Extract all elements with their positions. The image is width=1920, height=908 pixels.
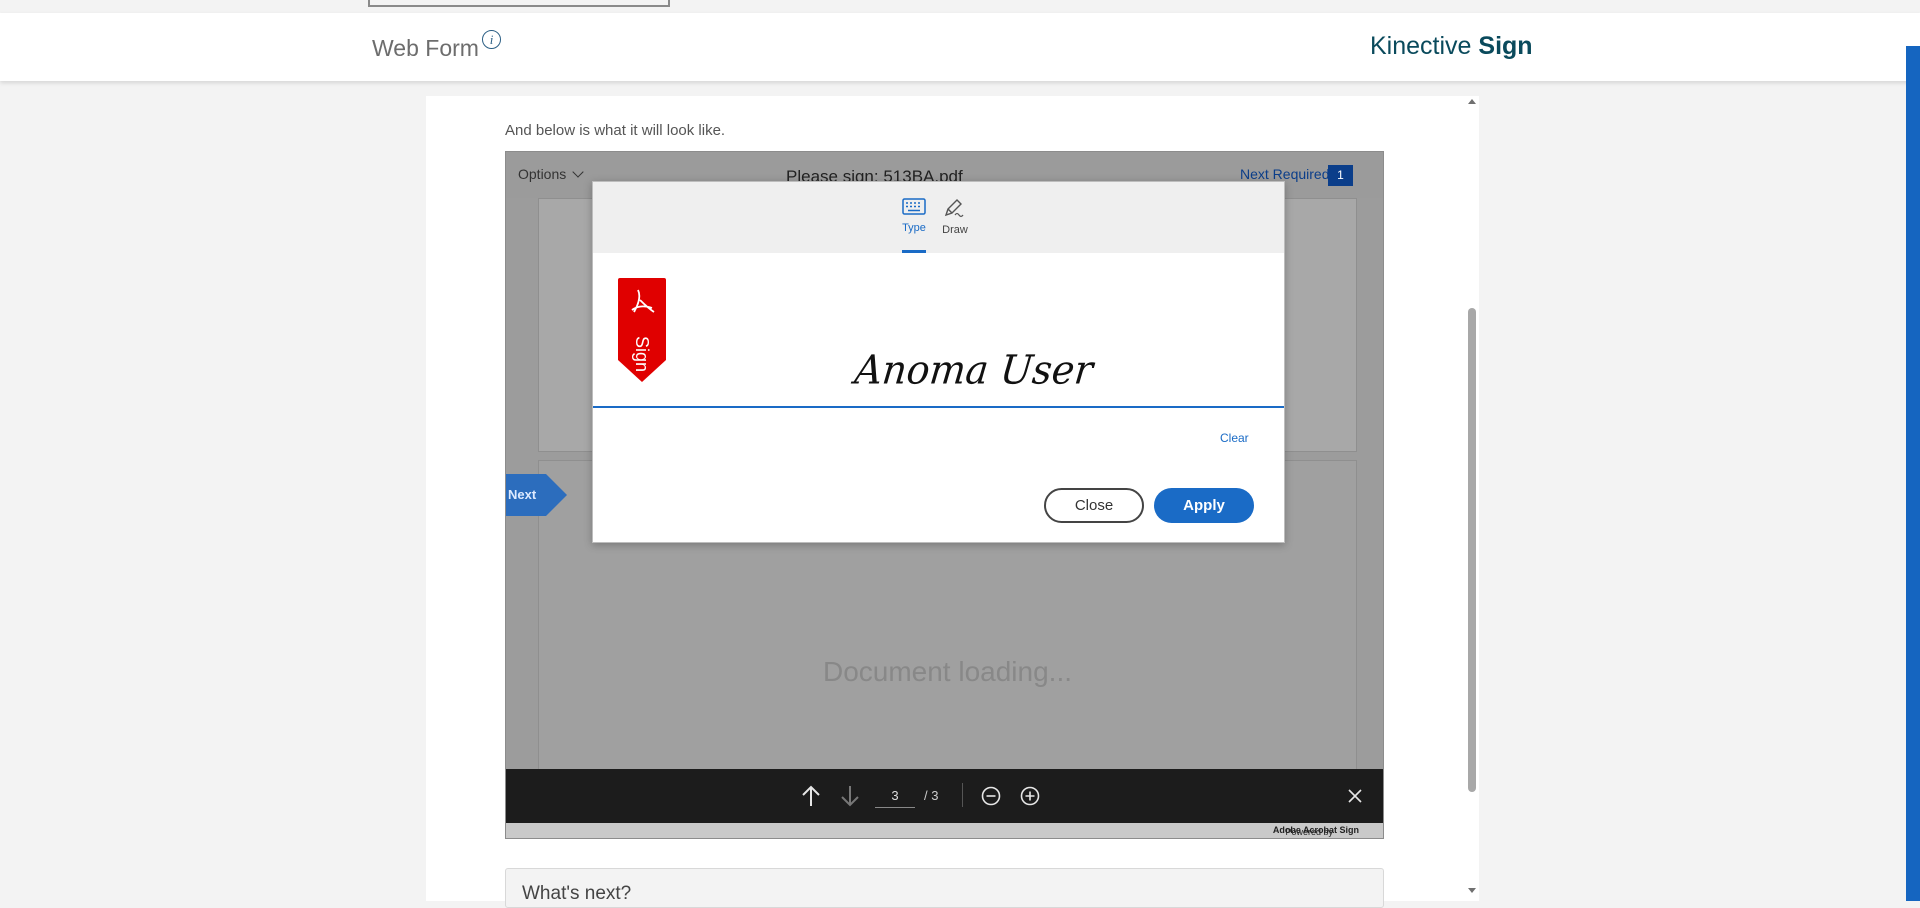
page-number-input[interactable]: 3 xyxy=(875,785,915,808)
next-required-count: 1 xyxy=(1328,165,1353,186)
right-accent-bar xyxy=(1906,46,1920,901)
chevron-down-icon xyxy=(572,166,584,178)
next-required-link[interactable]: Next Required xyxy=(1240,166,1330,182)
arrow-down-icon[interactable] xyxy=(839,784,861,808)
viewer-navigation-bar: 3 / 3 xyxy=(506,769,1383,823)
info-icon[interactable]: i xyxy=(482,30,501,49)
arrow-up-icon[interactable] xyxy=(800,784,822,808)
app-header: Web Form i Kinective Sign xyxy=(0,13,1920,81)
close-icon[interactable] xyxy=(1346,787,1364,805)
scrollbar-thumb[interactable] xyxy=(1468,308,1476,792)
page-title: Web Form xyxy=(372,35,479,61)
pen-icon xyxy=(944,199,964,218)
apply-button[interactable]: Apply xyxy=(1154,488,1254,523)
sign-flag-label: Sign xyxy=(632,335,652,373)
zoom-in-icon[interactable] xyxy=(1019,785,1041,807)
keyboard-icon xyxy=(902,198,926,215)
active-tab-indicator xyxy=(902,250,926,253)
close-button[interactable]: Close xyxy=(1044,488,1144,523)
top-field-remnant xyxy=(368,0,670,7)
scrollbar[interactable] xyxy=(1465,96,1479,901)
powered-by-bar: Powered by Adobe Acrobat Sign xyxy=(506,823,1383,838)
signature-mode-tabs: Type Draw xyxy=(593,182,1284,253)
whats-next-heading: What's next? xyxy=(522,883,632,904)
toolbar-divider xyxy=(962,783,963,807)
top-strip xyxy=(0,0,1920,13)
tab-type[interactable]: Type xyxy=(896,198,932,234)
intro-text: And below is what it will look like. xyxy=(505,122,726,139)
options-menu[interactable]: Options xyxy=(518,166,584,182)
signature-dialog: Type Draw Sign Anoma User Clear Close Ap… xyxy=(592,181,1285,543)
loading-text: Document loading... xyxy=(822,656,1073,687)
next-field-button[interactable]: Next xyxy=(506,474,567,516)
scroll-up-arrow-icon[interactable] xyxy=(1468,99,1476,104)
whats-next-section: What's next? xyxy=(505,868,1384,908)
clear-signature-link[interactable]: Clear xyxy=(1220,431,1249,445)
brand-logo: Kinective Sign xyxy=(1370,32,1533,60)
tab-draw[interactable]: Draw xyxy=(937,198,973,236)
signature-baseline xyxy=(593,406,1284,408)
page-total: / 3 xyxy=(924,788,939,803)
typed-signature[interactable]: Anoma User xyxy=(853,347,1096,393)
scroll-down-arrow-icon[interactable] xyxy=(1468,888,1476,893)
zoom-out-icon[interactable] xyxy=(980,785,1002,807)
